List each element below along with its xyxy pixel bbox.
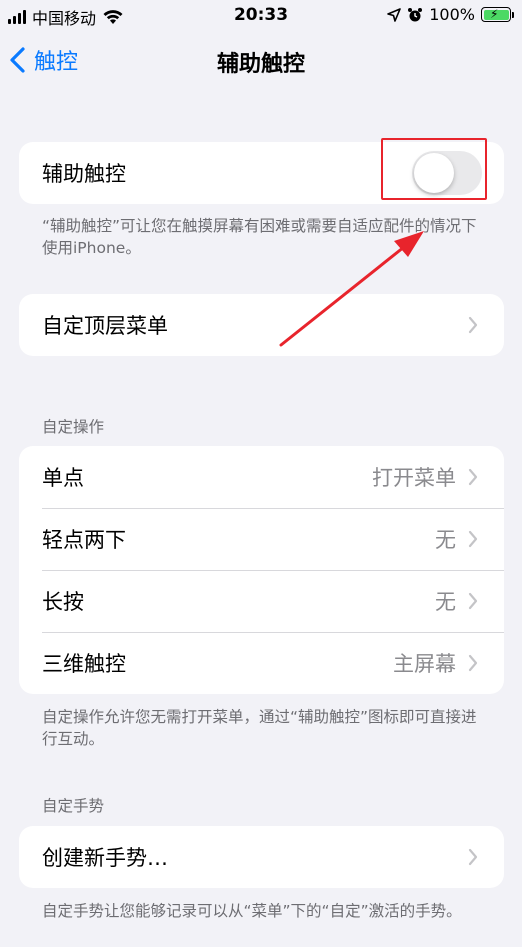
chevron-right-icon [468,530,478,548]
assistive-touch-toggle[interactable] [412,151,482,195]
page-title: 辅助触控 [216,52,305,77]
custom-action-label: 长按 [42,590,84,614]
custom-action-value: 无 [435,528,456,552]
custom-action-row-double-tap[interactable]: 轻点两下 无 [19,508,504,570]
status-right: 100% ⚡ [387,5,514,24]
alarm-clock-icon [408,7,423,21]
battery-percent: 100% [429,5,475,24]
custom-actions-header: 自定操作 [42,418,105,436]
battery-charging-icon: ⚡ [481,7,514,22]
custom-actions-footnote: 自定操作允许您无需打开菜单，通过“辅助触控”图标即可直接进行互动。 [42,708,477,748]
custom-actions-group: 单点 打开菜单 轻点两下 无 长按 无 三维触控 主屏幕 [19,446,504,694]
custom-action-value: 主屏幕 [393,652,456,676]
custom-gestures-header: 自定手势 [42,797,105,815]
custom-action-row-3d-touch[interactable]: 三维触控 主屏幕 [19,632,504,694]
custom-action-label: 三维触控 [42,652,126,676]
custom-action-label: 单点 [42,466,84,490]
custom-gestures-group: 创建新手势… [19,826,504,888]
chevron-right-icon [468,592,478,610]
chevron-right-icon [468,468,478,486]
chevron-right-icon [468,654,478,672]
top-level-menu-group: 自定顶层菜单 [19,294,504,356]
custom-action-label: 轻点两下 [42,528,126,552]
assistive-touch-footnote: “辅助触控”可让您在触摸屏幕有困难或需要自适应配件的情况下使用iPhone。 [42,217,477,257]
status-bar: 中国移动 20:33 100% ⚡ [0,0,522,32]
top-level-menu-label: 自定顶层菜单 [42,314,168,338]
custom-action-row-long-press[interactable]: 长按 无 [19,570,504,632]
chevron-right-icon [468,848,478,866]
create-new-gesture-label: 创建新手势… [42,846,168,870]
create-new-gesture-row[interactable]: 创建新手势… [19,826,504,888]
toggle-knob [414,153,454,193]
custom-action-value: 无 [435,590,456,614]
assistive-touch-group: 辅助触控 [19,142,504,204]
custom-action-row-single-tap[interactable]: 单点 打开菜单 [19,446,504,508]
navigation-bar: 触控 辅助触控 [0,36,522,84]
top-level-menu-row[interactable]: 自定顶层菜单 [19,294,504,356]
chevron-right-icon [468,316,478,334]
location-arrow-icon [387,7,402,22]
assistive-touch-row: 辅助触控 [19,142,504,204]
custom-action-value: 打开菜单 [372,466,456,490]
custom-gestures-footnote: 自定手势让您能够记录可以从“菜单”下的“自定”激活的手势。 [42,902,462,920]
